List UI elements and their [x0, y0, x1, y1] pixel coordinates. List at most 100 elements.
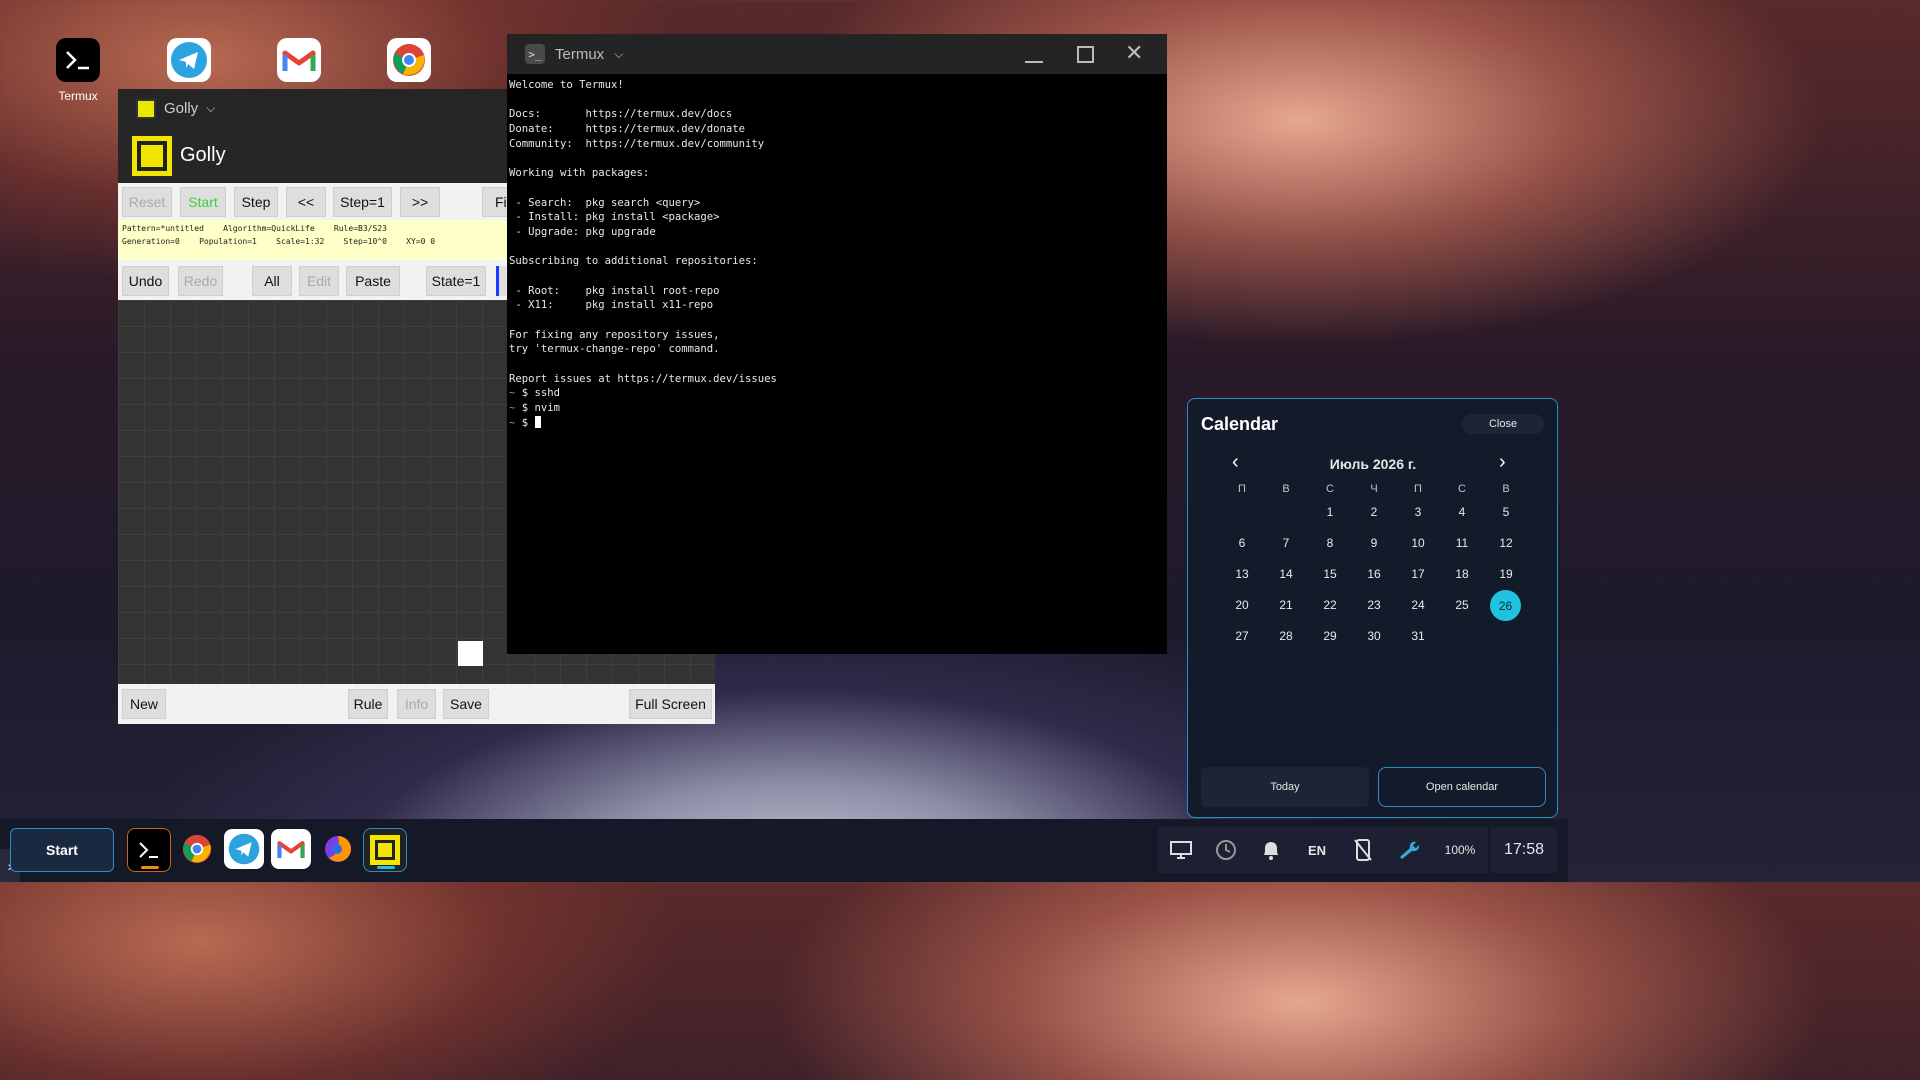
calendar-day[interactable]: 18 — [1446, 559, 1478, 589]
taskbar-termux[interactable] — [127, 828, 171, 872]
edit-button[interactable]: Edit — [299, 266, 339, 296]
save-button[interactable]: Save — [443, 689, 489, 719]
telegram-icon — [171, 42, 207, 78]
terminal-line: Working with packages: — [509, 167, 650, 180]
close-button[interactable]: Close — [1462, 414, 1544, 434]
calendar-day[interactable]: 9 — [1358, 528, 1390, 558]
calendar-day[interactable]: 4 — [1446, 497, 1478, 527]
rule-button[interactable]: Rule — [348, 689, 388, 719]
termux-window-title: Termux — [555, 45, 605, 63]
taskbar-telegram[interactable] — [224, 829, 264, 869]
calendar-day[interactable]: 28 — [1270, 621, 1302, 651]
terminal-line: try 'termux-change-repo' command. — [509, 343, 720, 356]
golly-app-title: Golly — [180, 144, 226, 166]
calendar-day[interactable]: 14 — [1270, 559, 1302, 589]
calendar-day[interactable]: 31 — [1402, 621, 1434, 651]
clock-time[interactable]: 17:58 — [1490, 827, 1558, 873]
terminal-output[interactable]: Welcome to Termux! Docs: https://termux.… — [509, 78, 777, 431]
calendar-day[interactable]: 8 — [1314, 528, 1346, 558]
calendar-day[interactable]: 29 — [1314, 621, 1346, 651]
desktop-icon-gmail[interactable] — [277, 38, 321, 82]
maximize-icon[interactable] — [1077, 46, 1094, 63]
desktop-icon-telegram[interactable] — [167, 38, 211, 82]
today-button[interactable]: Today — [1201, 767, 1369, 807]
calendar-day[interactable]: 3 — [1402, 497, 1434, 527]
command-text: $ sshd — [521, 387, 561, 400]
calendar-day[interactable]: 11 — [1446, 528, 1478, 558]
step-size-button[interactable]: Step=1 — [333, 187, 392, 217]
calendar-day[interactable]: 24 — [1402, 590, 1434, 620]
weekday-label: Ч — [1370, 483, 1378, 495]
calendar-day[interactable]: 25 — [1446, 590, 1478, 620]
prompt-line[interactable]: ~ $ — [509, 415, 777, 431]
close-icon[interactable]: ✕ — [1125, 40, 1143, 66]
start-button[interactable]: Start — [180, 187, 226, 217]
start-button[interactable]: Start — [10, 828, 114, 872]
termux-titlebar[interactable]: >_ Termux ⌵ ✕ — [507, 34, 1167, 74]
desktop-icon-termux[interactable] — [56, 38, 100, 82]
calendar-day[interactable]: 15 — [1314, 559, 1346, 589]
termux-window[interactable]: >_ Termux ⌵ ✕ Welcome to Termux! Docs: h… — [507, 34, 1167, 654]
undo-button[interactable]: Undo — [122, 266, 169, 296]
weekday-label: П — [1238, 483, 1246, 495]
tray-settings[interactable] — [1386, 827, 1432, 873]
taskbar-firefox[interactable] — [318, 829, 358, 869]
golly-window-title: Golly — [164, 100, 199, 117]
calendar-day[interactable]: 1 — [1314, 497, 1346, 527]
command-text: $ nvim — [521, 402, 561, 415]
calendar-day[interactable]: 5 — [1490, 497, 1522, 527]
calendar-day[interactable]: 12 — [1490, 528, 1522, 558]
weekday-label: С — [1326, 483, 1334, 495]
chevron-down-icon[interactable]: ⌵ — [614, 47, 623, 62]
chevron-down-icon[interactable]: ⌵ — [206, 101, 215, 116]
calendar-day[interactable]: 13 — [1226, 559, 1258, 589]
tray-rotation[interactable] — [1340, 827, 1386, 873]
full-screen-button[interactable]: Full Screen — [629, 689, 712, 719]
redo-button[interactable]: Redo — [178, 266, 223, 296]
minimize-icon[interactable] — [1025, 61, 1043, 63]
info-button[interactable]: Info — [397, 689, 436, 719]
faster-button[interactable]: >> — [400, 187, 440, 217]
calendar-day[interactable]: 22 — [1314, 590, 1346, 620]
calendar-day[interactable]: 20 — [1226, 590, 1258, 620]
prev-month-icon[interactable]: ‹ — [1232, 451, 1239, 474]
tray-desktop[interactable] — [1158, 827, 1204, 873]
calendar-day[interactable]: 10 — [1402, 528, 1434, 558]
calendar-day[interactable]: 17 — [1402, 559, 1434, 589]
chrome-icon — [182, 834, 212, 864]
terminal-line: Subscribing to additional repositories: — [509, 255, 758, 268]
taskbar-golly[interactable] — [363, 828, 407, 872]
terminal-line: - Root: pkg install root-repo — [509, 284, 720, 297]
calendar-day-selected[interactable]: 26 — [1490, 590, 1521, 621]
state-button[interactable]: State=1 — [426, 266, 486, 296]
terminal-icon: >_ — [525, 44, 545, 64]
calendar-day[interactable]: 7 — [1270, 528, 1302, 558]
calendar-day[interactable]: 21 — [1270, 590, 1302, 620]
select-all-button[interactable]: All — [252, 266, 292, 296]
battery-level[interactable]: 100% — [1432, 827, 1488, 873]
open-calendar-button[interactable]: Open calendar — [1378, 767, 1546, 807]
calendar-day[interactable]: 23 — [1358, 590, 1390, 620]
tray-notifications[interactable] — [1248, 827, 1294, 873]
calendar-day[interactable]: 27 — [1226, 621, 1258, 651]
telegram-icon — [228, 833, 260, 865]
prompt-symbol: ~ — [509, 387, 516, 400]
terminal-line: - Install: pkg install <package> — [509, 211, 720, 224]
calendar-day[interactable]: 19 — [1490, 559, 1522, 589]
calendar-day[interactable]: 6 — [1226, 528, 1258, 558]
reset-button[interactable]: Reset — [122, 187, 172, 217]
calendar-day[interactable]: 2 — [1358, 497, 1390, 527]
calendar-day[interactable]: 16 — [1358, 559, 1390, 589]
prompt-symbol: ~ — [509, 416, 516, 429]
step-button[interactable]: Step — [234, 187, 278, 217]
taskbar-chrome[interactable] — [177, 829, 217, 869]
new-button[interactable]: New — [122, 689, 166, 719]
next-month-icon[interactable]: › — [1499, 451, 1506, 474]
calendar-day[interactable]: 30 — [1358, 621, 1390, 651]
taskbar-gmail[interactable] — [271, 829, 311, 869]
tray-clock[interactable] — [1204, 827, 1248, 873]
paste-button[interactable]: Paste — [346, 266, 400, 296]
tray-language[interactable]: EN — [1294, 827, 1340, 873]
desktop-icon-chrome[interactable] — [387, 38, 431, 82]
slower-button[interactable]: << — [286, 187, 326, 217]
